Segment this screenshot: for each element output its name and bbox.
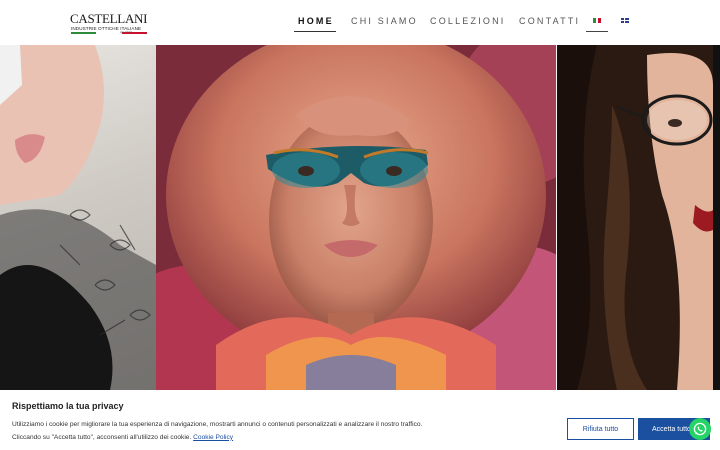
uk-flag-icon[interactable]	[621, 18, 629, 23]
reject-all-button[interactable]: Rifiuta tutto	[567, 418, 634, 440]
site-header: CASTELLANI INDUSTRIE OTTICHE ITALIANE da…	[0, 0, 720, 45]
nav-chi-siamo[interactable]: CHI SIAMO	[351, 15, 418, 29]
whatsapp-glyph	[693, 422, 707, 436]
nav-home[interactable]: HOME	[298, 15, 334, 29]
center-portrait-illustration	[156, 45, 556, 390]
cookie-text-line-2: Cliccando su "Accetta tutto", acconsenti…	[12, 432, 557, 445]
cookie-consent-text: Cliccando su "Accetta tutto", acconsenti…	[12, 433, 192, 441]
logo-tricolor	[71, 31, 147, 34]
hero-slider[interactable]	[0, 45, 720, 390]
cookie-banner: Rispettiamo la tua privacy Utilizziamo i…	[0, 390, 720, 450]
page: CASTELLANI INDUSTRIE OTTICHE ITALIANE da…	[0, 0, 720, 450]
left-portrait-illustration	[0, 45, 156, 390]
logo-name: CASTELLANI	[70, 11, 148, 26]
italy-flag-icon[interactable]	[593, 18, 602, 23]
nav-home-underline	[294, 31, 336, 32]
language-active-underline	[586, 31, 608, 32]
nav-contatti[interactable]: CONTATTI	[519, 15, 580, 29]
cookie-title: Rispettiamo la tua privacy	[12, 401, 124, 411]
left-portrait-photo	[0, 45, 156, 390]
logo-established: dal 1947	[120, 30, 132, 34]
center-portrait-glasses-photo	[156, 45, 556, 390]
whatsapp-icon[interactable]	[689, 418, 711, 440]
next-panel-edge	[713, 45, 720, 390]
right-portrait-illustration	[557, 45, 713, 390]
cookie-text-line-1: Utilizziamo i cookie per migliorare la t…	[12, 421, 423, 428]
right-portrait-glasses-photo	[557, 45, 713, 390]
castellani-logo[interactable]: CASTELLANI INDUSTRIE OTTICHE ITALIANE da…	[70, 12, 148, 34]
nav-collezioni[interactable]: COLLEZIONI	[430, 15, 506, 29]
cookie-policy-link[interactable]: Cookie Policy	[193, 434, 233, 441]
cookie-text: Utilizziamo i cookie per migliorare la t…	[12, 419, 557, 444]
